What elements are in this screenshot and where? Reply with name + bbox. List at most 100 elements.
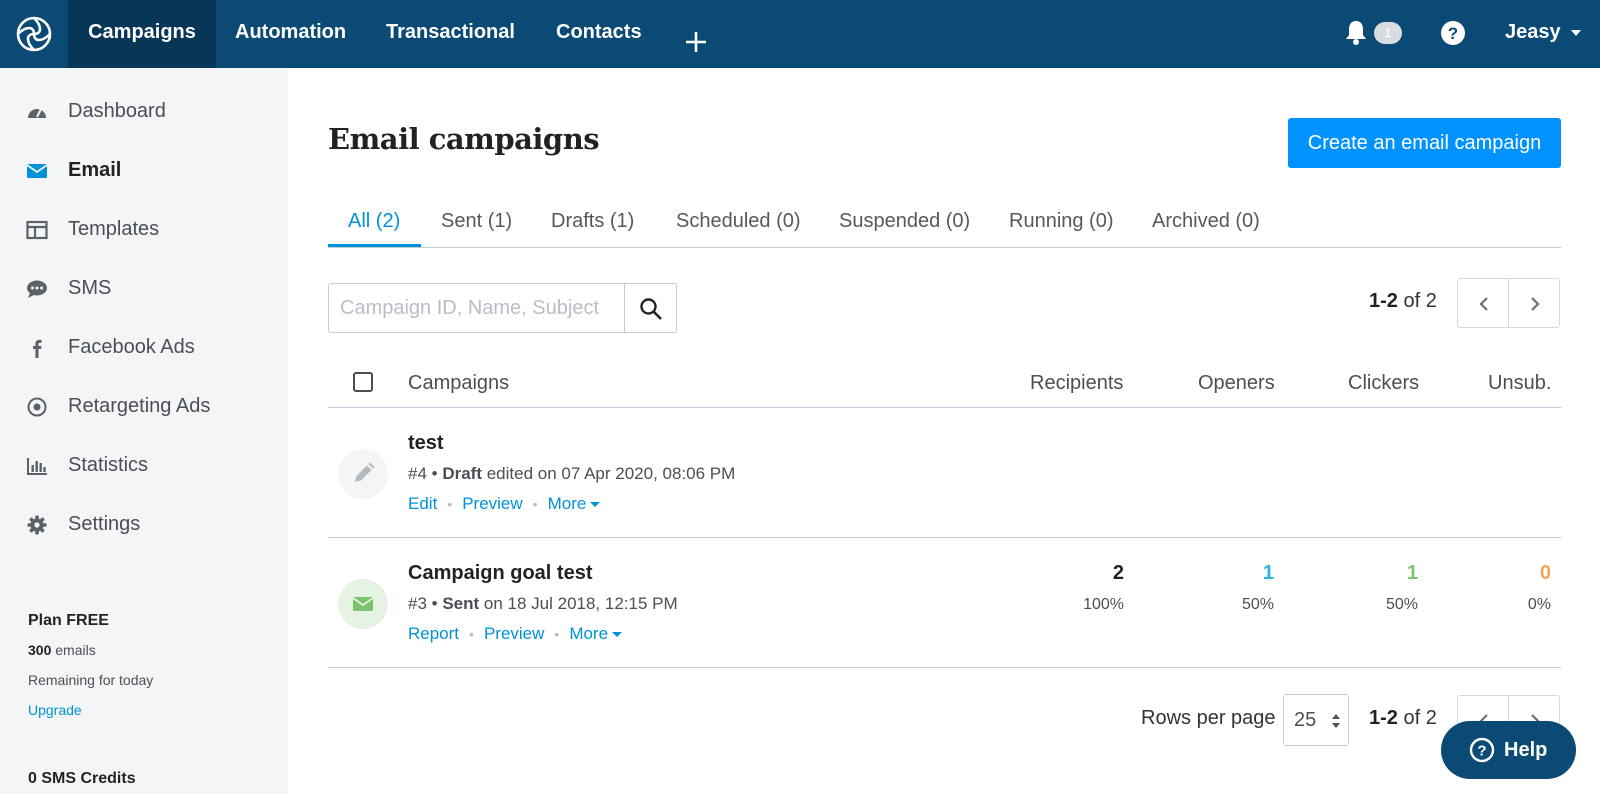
pagination-range: 1-2 — [1369, 290, 1398, 312]
campaign-status: Sent — [442, 594, 480, 613]
tab-all[interactable]: All (2) — [348, 210, 400, 233]
search-button[interactable] — [624, 283, 677, 333]
page-title: Email campaigns — [328, 122, 600, 156]
nav-campaigns[interactable]: Campaigns — [68, 0, 216, 68]
svg-text:?: ? — [1477, 743, 1486, 760]
campaign-id: #3 — [408, 594, 427, 613]
column-openers[interactable]: Openers — [1198, 372, 1275, 395]
more-label: More — [569, 624, 609, 643]
nav-automation[interactable]: Automation — [235, 0, 346, 68]
next-page-button[interactable] — [1508, 278, 1560, 328]
target-icon — [27, 397, 47, 417]
preview-link[interactable]: Preview — [484, 624, 544, 644]
prev-page-button[interactable] — [1457, 278, 1509, 328]
clickers-count: 1 — [1406, 562, 1418, 584]
sendinblue-logo-icon[interactable] — [0, 0, 68, 68]
plan-emails: 300 emails — [28, 642, 96, 658]
bar-chart-icon — [27, 458, 47, 475]
campaign-meta: #3 • Sent on 18 Jul 2018, 12:15 PM — [408, 594, 678, 613]
user-menu[interactable]: Jeasy — [1505, 0, 1561, 68]
plan-emails-label: emails — [51, 642, 96, 658]
sidebar-item-facebook-ads[interactable]: Facebook Ads — [0, 326, 288, 370]
row-actions: Edit • Preview • More — [408, 494, 601, 514]
gear-icon — [27, 515, 47, 535]
row-actions: Report • Preview • More — [408, 624, 623, 644]
campaign-tabs: All (2) Sent (1) Drafts (1) Scheduled (0… — [328, 200, 1561, 248]
pagination-range: 1-2 — [1369, 707, 1398, 729]
rows-per-page-select[interactable]: 25 — [1283, 694, 1349, 746]
sidebar-item-statistics[interactable]: Statistics — [0, 444, 288, 488]
recipients-count: 2 — [1112, 562, 1124, 584]
tab-archived[interactable]: Archived (0) — [1152, 210, 1260, 233]
help-question-icon[interactable]: ? — [1440, 20, 1466, 46]
svg-text:?: ? — [1448, 24, 1458, 43]
plan-title: Plan FREE — [28, 612, 109, 629]
tab-drafts[interactable]: Drafts (1) — [551, 210, 634, 233]
column-unsub[interactable]: Unsub. — [1488, 372, 1551, 395]
chevron-left-icon — [1479, 297, 1488, 311]
caret-down-icon — [590, 502, 601, 508]
search-icon — [640, 298, 662, 320]
more-label: More — [547, 494, 587, 513]
tab-sent[interactable]: Sent (1) — [441, 210, 512, 233]
user-menu-chevron-down-icon[interactable] — [1571, 30, 1581, 36]
nav-contacts[interactable]: Contacts — [556, 0, 642, 68]
more-dropdown[interactable]: More — [569, 624, 623, 644]
unsub-percent: 0% — [1527, 596, 1551, 613]
sidebar-item-sms[interactable]: SMS — [0, 267, 288, 311]
sidebar-item-label: Retargeting Ads — [68, 395, 211, 417]
help-button[interactable]: ? Help — [1441, 721, 1576, 779]
sidebar: Dashboard Email Templates SMS Facebook A… — [0, 68, 288, 794]
sidebar-item-email[interactable]: Email — [0, 149, 288, 193]
help-question-icon: ? — [1469, 737, 1495, 763]
caret-down-icon — [612, 632, 623, 638]
edit-link[interactable]: Edit — [408, 494, 437, 514]
notifications-bell-icon[interactable] — [1342, 18, 1370, 46]
plan-remaining: Remaining for today — [28, 672, 154, 688]
sidebar-item-settings[interactable]: Settings — [0, 503, 288, 547]
tab-running[interactable]: Running (0) — [1009, 210, 1114, 233]
draft-pencil-icon — [338, 449, 388, 499]
sms-credits: 0 SMS Credits — [28, 770, 136, 787]
sidebar-item-label: Email — [68, 159, 122, 181]
rows-per-page-label: Rows per page — [1141, 707, 1276, 729]
campaign-name[interactable]: test — [408, 432, 444, 455]
chevron-right-icon — [1531, 297, 1540, 311]
sidebar-item-label: Templates — [68, 218, 160, 240]
upgrade-link[interactable]: Upgrade — [28, 702, 82, 718]
campaign-id: #4 — [408, 464, 427, 483]
column-campaigns: Campaigns — [408, 372, 510, 394]
sidebar-item-templates[interactable]: Templates — [0, 208, 288, 252]
campaign-meta: #4 • Draft edited on 07 Apr 2020, 08:06 … — [408, 464, 736, 483]
preview-link[interactable]: Preview — [462, 494, 522, 514]
tab-suspended[interactable]: Suspended (0) — [839, 210, 970, 233]
campaign-name[interactable]: Campaign goal test — [408, 562, 592, 585]
pagination-total: of 2 — [1397, 707, 1437, 729]
sidebar-item-dashboard[interactable]: Dashboard — [0, 90, 288, 134]
sidebar-item-label: Statistics — [68, 454, 149, 476]
active-tab-indicator — [328, 244, 421, 247]
select-all-checkbox[interactable] — [353, 372, 373, 392]
clickers-percent: 50% — [1385, 596, 1418, 613]
column-recipients[interactable]: Recipients — [1030, 372, 1123, 395]
notification-count-badge: 1 — [1374, 22, 1402, 44]
campaign-detail: edited on 07 Apr 2020, 08:06 PM — [482, 464, 736, 483]
column-clickers[interactable]: Clickers — [1348, 372, 1419, 395]
more-dropdown[interactable]: More — [548, 494, 601, 514]
nav-transactional[interactable]: Transactional — [386, 0, 515, 68]
recipients-percent: 100% — [1083, 596, 1124, 613]
sms-icon — [27, 280, 47, 298]
search-input[interactable] — [329, 284, 626, 332]
add-app-plus-icon[interactable] — [682, 18, 710, 52]
tab-scheduled[interactable]: Scheduled (0) — [676, 210, 801, 233]
report-link[interactable]: Report — [408, 624, 459, 644]
sidebar-item-label: Dashboard — [68, 100, 166, 122]
mail-icon — [26, 164, 48, 178]
pagination-total: of 2 — [1397, 290, 1437, 312]
openers-percent: 50% — [1241, 596, 1274, 613]
select-arrows-icon — [1332, 714, 1340, 728]
create-email-campaign-button[interactable]: Create an email campaign — [1288, 118, 1561, 168]
pagination-summary-top: 1-2 of 2 — [1369, 290, 1437, 313]
sidebar-item-retargeting-ads[interactable]: Retargeting Ads — [0, 385, 288, 429]
openers-count: 1 — [1262, 562, 1274, 584]
